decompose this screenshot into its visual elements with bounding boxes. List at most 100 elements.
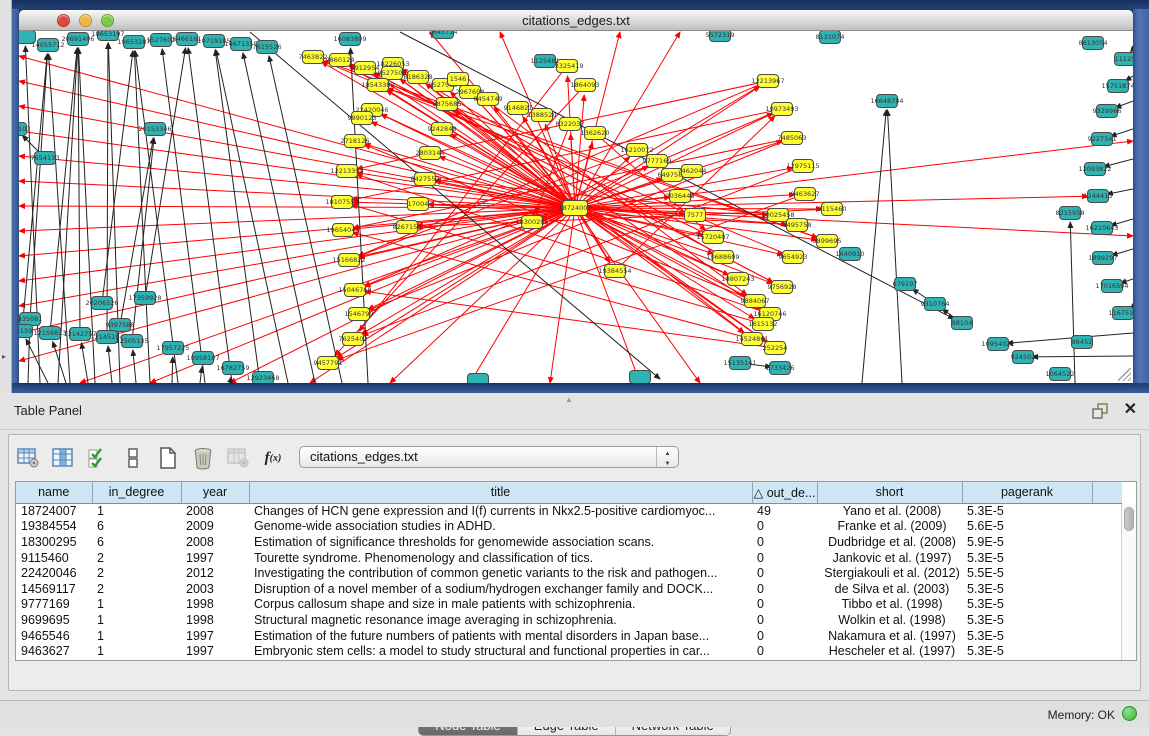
graph-node-label: 16210072 xyxy=(620,146,653,154)
cell-out_degree: 0 xyxy=(752,581,817,597)
function-builder-icon[interactable]: f(x) xyxy=(260,445,286,471)
graph-edge[interactable] xyxy=(371,122,575,208)
table-row[interactable]: 911546021997Tourette syndrome. Phenomeno… xyxy=(16,550,1122,566)
cell-out_degree: 0 xyxy=(752,612,817,628)
resize-grip-icon[interactable] xyxy=(1118,368,1131,381)
graph-edge[interactable] xyxy=(53,342,66,383)
graph-edge[interactable] xyxy=(135,51,178,383)
column-header-pagerank[interactable]: pagerank xyxy=(962,482,1092,503)
graph-edge[interactable] xyxy=(108,346,112,383)
column-header-name[interactable]: name xyxy=(16,482,92,503)
graph-node-label: 9777169 xyxy=(643,157,672,165)
graph-node-label: 2718126 xyxy=(341,137,370,145)
graph-edge[interactable] xyxy=(568,76,575,208)
show-columns-icon[interactable] xyxy=(50,445,76,471)
cell-short: Dudbridge et al. (2008) xyxy=(817,534,962,550)
graph-edge[interactable] xyxy=(365,291,775,348)
table-row[interactable]: 946362711997Embryonic stem cells: a mode… xyxy=(16,643,1122,659)
cell-out_degree: 0 xyxy=(752,643,817,659)
graph-node[interactable] xyxy=(630,371,651,384)
graph-edge[interactable] xyxy=(887,110,902,383)
graph-edge[interactable] xyxy=(353,233,752,339)
graph-node-label: 18807243 xyxy=(721,275,754,283)
graph-node-label: 19384554 xyxy=(598,267,631,275)
table-row[interactable]: 977716911998Corpus callosum shape and si… xyxy=(16,597,1122,613)
clear-selection-icon[interactable] xyxy=(120,445,146,471)
graph-node-label: 924502 xyxy=(1011,353,1036,361)
column-header-in_degree[interactable]: in_degree xyxy=(92,482,181,503)
cell-name: 22420046 xyxy=(16,565,92,581)
cell-name: 19384554 xyxy=(16,519,92,535)
left-collapsed-panel-strip[interactable]: ▸ xyxy=(0,0,12,393)
graph-node-label: 8215958 xyxy=(1056,209,1085,217)
table-row[interactable]: 1456911722003Disruption of a novel membe… xyxy=(16,581,1122,597)
delete-table-icon[interactable] xyxy=(225,445,251,471)
cell-pagerank: 5.3E-5 xyxy=(962,612,1092,628)
column-header-year[interactable]: year xyxy=(181,482,249,503)
graph-edge[interactable] xyxy=(200,367,202,383)
graph-edge[interactable] xyxy=(575,208,640,383)
graph-node-label: 20206526 xyxy=(85,299,118,307)
graph-edge[interactable] xyxy=(188,48,232,383)
graph-edge[interactable] xyxy=(30,54,47,319)
splitter-handle[interactable]: ▲ xyxy=(565,395,573,404)
table-row[interactable]: 969969511998Structural magnetic resonanc… xyxy=(16,612,1122,628)
graph-edge[interactable] xyxy=(1070,222,1075,383)
table-row[interactable]: 2242004622012Investigating the contribut… xyxy=(16,565,1122,581)
table-row[interactable]: 1938455462009Genome-wide association stu… xyxy=(16,519,1122,535)
cell-pagerank: 5.3E-5 xyxy=(962,597,1092,613)
table-row[interactable]: 1872400712008Changes of HCN gene express… xyxy=(16,503,1122,519)
frame-edge-left xyxy=(12,9,19,383)
graph-edge[interactable] xyxy=(172,357,173,383)
graph-node-label: 18543382 xyxy=(361,81,394,89)
graph-node[interactable] xyxy=(468,374,489,384)
close-panel-icon[interactable]: ✕ xyxy=(1124,401,1137,419)
table-scrollbar-thumb[interactable] xyxy=(1124,507,1134,531)
graph-node-label: 11125 xyxy=(1115,55,1133,63)
graph-node-label: 9115460 xyxy=(818,205,847,213)
graph-edge[interactable] xyxy=(269,56,342,383)
graph-edge[interactable] xyxy=(1032,356,1133,357)
table-panel: ▲ Table Panel ✕ xyxy=(0,393,1149,727)
graph-node-label: 15166822 xyxy=(332,256,365,264)
graph-node-label: 8613054 xyxy=(1079,39,1108,47)
graph-edge[interactable] xyxy=(102,51,133,303)
graph-node-label: 9329966 xyxy=(1093,107,1122,115)
graph-edge[interactable] xyxy=(134,51,150,383)
table-settings-icon[interactable] xyxy=(15,445,41,471)
table-scrollbar[interactable] xyxy=(1121,504,1136,660)
table-row[interactable]: 1830029562008Estimation of significance … xyxy=(16,534,1122,550)
graph-edge[interactable] xyxy=(26,339,48,383)
column-header-title[interactable]: title xyxy=(249,482,752,503)
select-all-icon[interactable] xyxy=(85,445,111,471)
graph-node-label: 1615132 xyxy=(749,320,778,328)
cell-year: 1998 xyxy=(181,612,249,628)
float-panel-icon[interactable] xyxy=(1092,403,1109,419)
window-titlebar[interactable]: citations_edges.txt xyxy=(19,10,1133,31)
column-header-short[interactable]: short xyxy=(817,482,962,503)
memory-ok-icon[interactable] xyxy=(1122,706,1137,721)
panel-expand-handle[interactable]: ▸ xyxy=(2,352,8,361)
graph-edge[interactable] xyxy=(550,208,575,383)
graph-edge[interactable] xyxy=(862,110,886,383)
graph-edge[interactable] xyxy=(162,49,205,383)
graph-edge[interactable] xyxy=(78,48,80,334)
graph-edge[interactable] xyxy=(22,54,47,331)
new-column-icon[interactable] xyxy=(155,445,181,471)
node-table: namein_degreeyeartitle△ out_de...shortpa… xyxy=(15,481,1137,661)
status-bar: Memory: OK xyxy=(0,700,1149,727)
table-row[interactable]: 946554611997Estimation of the future num… xyxy=(16,628,1122,644)
graph-edge[interactable] xyxy=(1131,49,1133,52)
column-header-out_degree[interactable]: △ out_de... xyxy=(752,482,817,503)
graph-edge[interactable] xyxy=(216,50,288,383)
graph-edge[interactable] xyxy=(1007,333,1133,343)
graph-edge[interactable] xyxy=(81,343,88,383)
graph-edge[interactable] xyxy=(107,43,108,337)
network-graph[interactable]: 1872400774638229860124891295418226053952… xyxy=(19,31,1133,383)
network-canvas[interactable]: 1872400774638229860124891295418226053952… xyxy=(19,31,1133,383)
cell-short: Jankovic et al. (1997) xyxy=(817,550,962,566)
graph-edge[interactable] xyxy=(133,350,136,383)
table-selector-dropdown[interactable]: citations_edges.txt ▲▼ xyxy=(299,446,679,468)
delete-icon[interactable] xyxy=(190,445,216,471)
graph-edge[interactable] xyxy=(230,208,575,383)
